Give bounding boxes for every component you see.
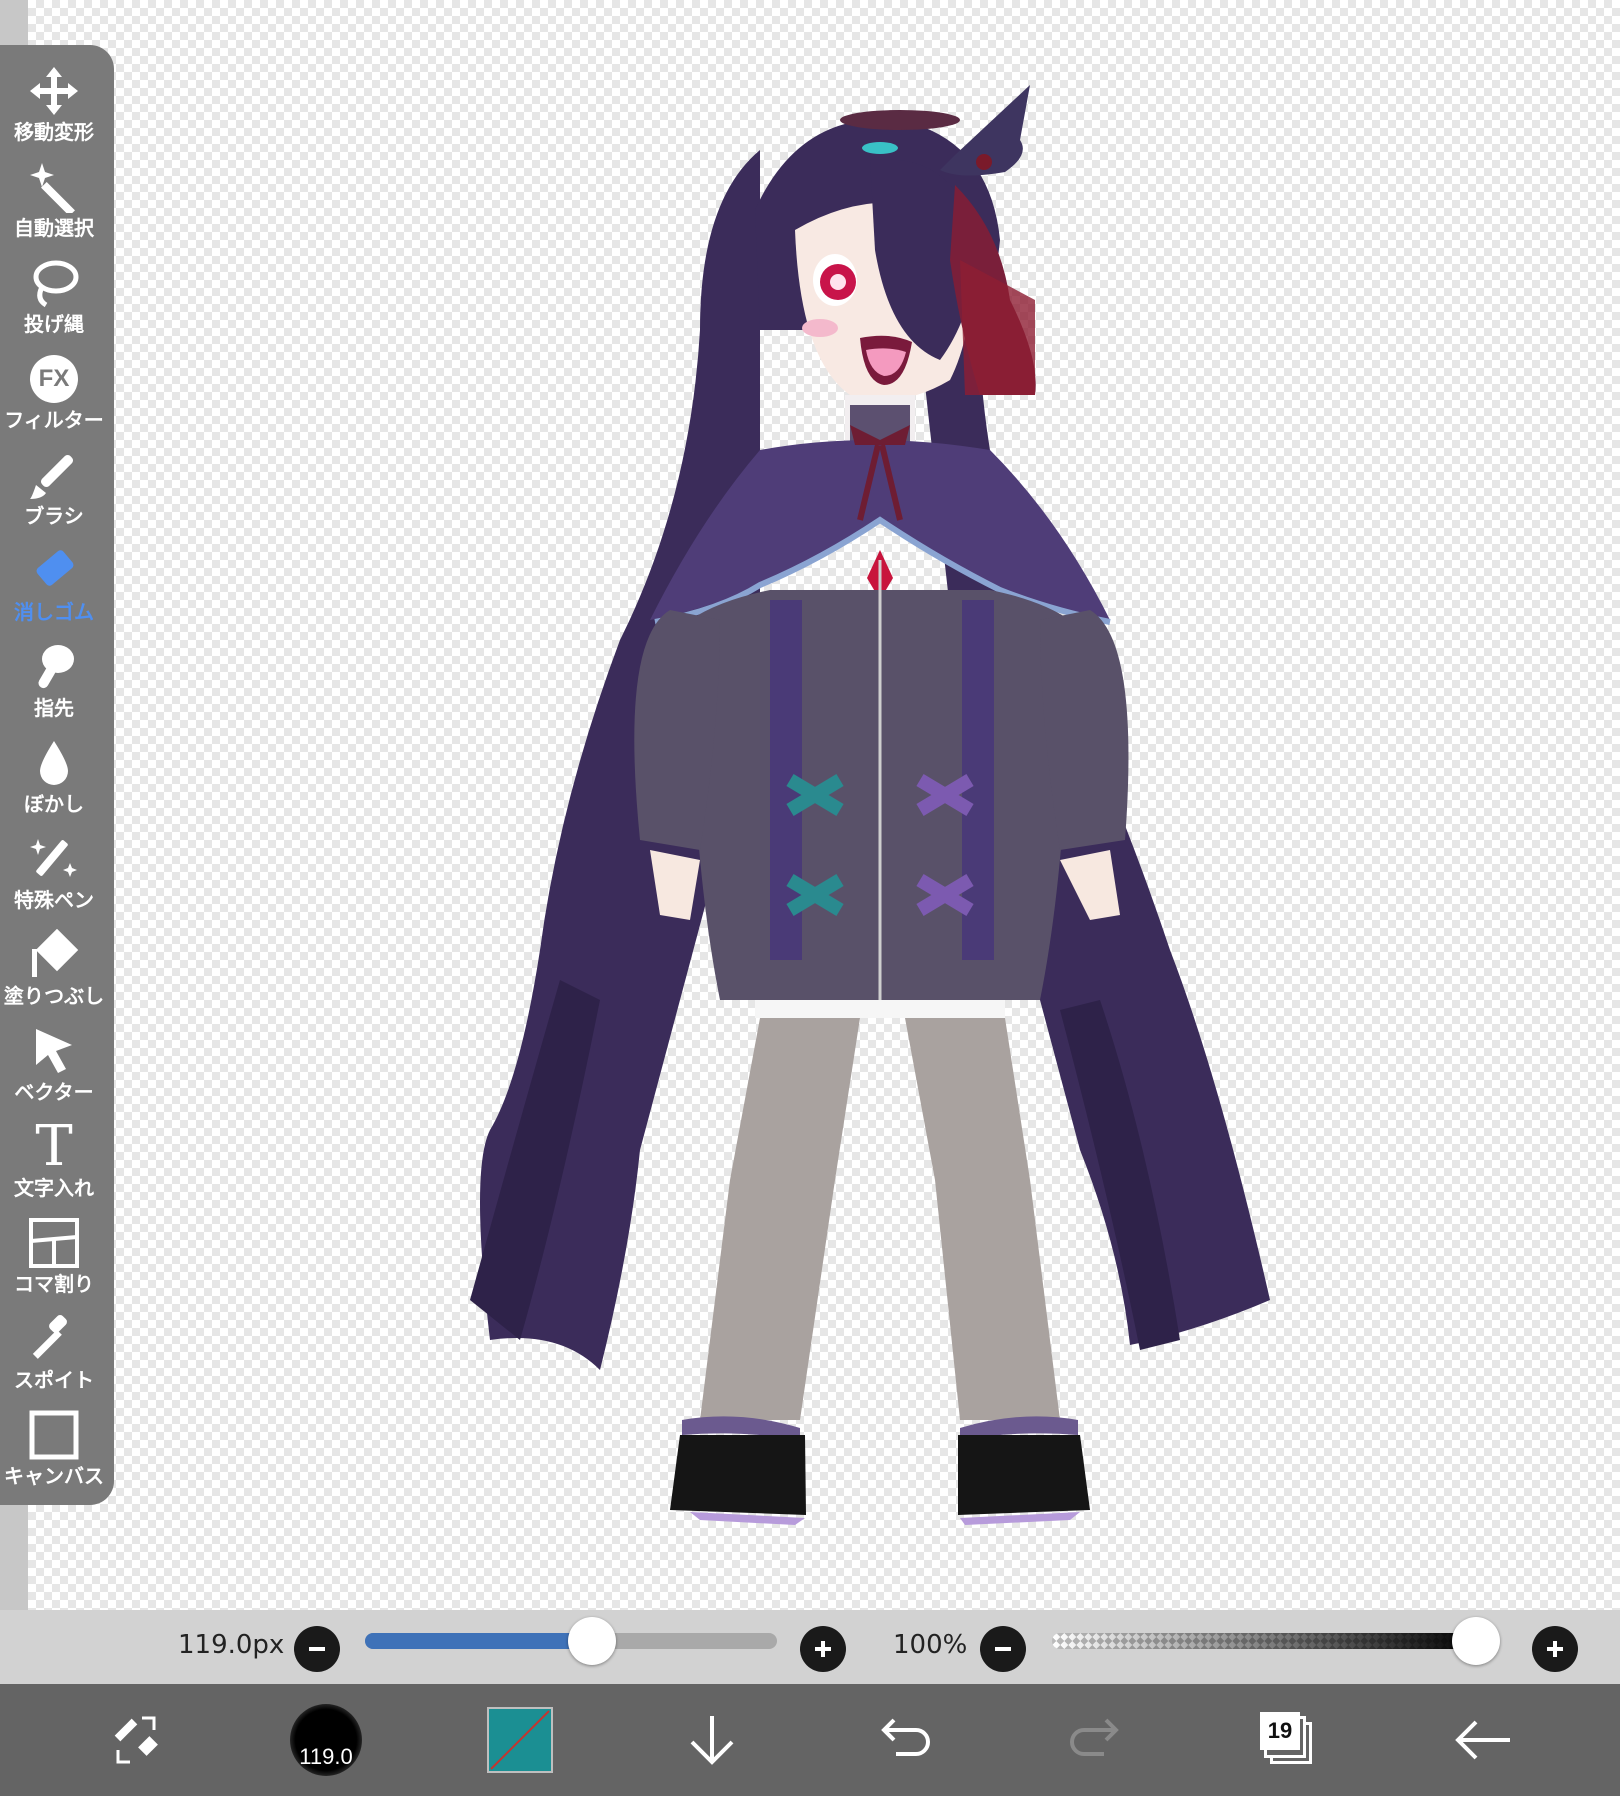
bottom-toolbar: 119.0 19: [0, 1684, 1620, 1796]
brush-size-slider-fill: [365, 1633, 592, 1649]
sparkle-pen-icon: [26, 831, 82, 887]
canvas-square-icon: [26, 1407, 82, 1463]
current-color-swatch: [487, 1707, 553, 1773]
text-t-icon-glyph: T: [35, 1114, 73, 1179]
tool-fill[interactable]: 塗りつぶし: [0, 927, 108, 1023]
tool-vector[interactable]: ベクター: [0, 1023, 108, 1119]
tool-frame[interactable]: コマ割り: [0, 1215, 108, 1311]
tool-label: 塗りつぶし: [3, 984, 105, 1008]
minus-icon: [309, 1647, 325, 1651]
back-button[interactable]: [1448, 1684, 1520, 1796]
lasso-icon: [26, 255, 82, 311]
tool-label: ぼかし: [24, 792, 84, 816]
color-picker-button[interactable]: [486, 1684, 554, 1796]
layers-button[interactable]: 19: [1256, 1684, 1320, 1796]
layer-count-badge: 19: [1260, 1712, 1300, 1750]
magic-wand-icon: [26, 159, 82, 215]
tool-blur[interactable]: ぼかし: [0, 735, 108, 831]
tool-label: コマ割り: [14, 1272, 94, 1296]
opacity-increase-button[interactable]: [1532, 1626, 1578, 1672]
finger-smudge-icon: [26, 639, 82, 695]
download-layer-button[interactable]: [680, 1684, 744, 1796]
eyedropper-icon: [26, 1311, 82, 1367]
brush-size-slider-thumb[interactable]: [567, 1617, 616, 1665]
size-increase-button[interactable]: [800, 1626, 846, 1672]
undo-icon: [881, 1718, 930, 1756]
tool-label: キャンバス: [4, 1464, 104, 1488]
brush-size-preview-circle: 119.0: [290, 1704, 362, 1776]
tool-palette: 移動変形 自動選択 投げ縄 FX フィルター ブラシ 消しゴム 指先 ぼかし 特…: [0, 45, 114, 1505]
plus-icon: [815, 1641, 831, 1657]
fx-icon-text: FX: [30, 355, 78, 403]
text-t-icon: T: [26, 1119, 82, 1175]
frame-divider-icon: [26, 1215, 82, 1271]
layers-stack-icon: 19: [1260, 1712, 1316, 1768]
tool-special-pen[interactable]: 特殊ペン: [0, 831, 108, 927]
plus-icon: [1547, 1641, 1563, 1657]
tool-text[interactable]: T 文字入れ: [0, 1119, 108, 1215]
arrow-down-icon: [690, 1716, 734, 1765]
fill-bucket-icon: [26, 927, 82, 983]
tool-label: 指先: [34, 696, 74, 720]
opacity-slider[interactable]: [1052, 1633, 1480, 1649]
opacity-value: 100%: [893, 1630, 968, 1660]
tool-label: 投げ縄: [24, 312, 84, 336]
tool-eraser[interactable]: 消しゴム: [0, 543, 108, 639]
tool-transform[interactable]: 移動変形: [0, 63, 108, 159]
pen-eraser-swap-icon: [114, 1716, 158, 1764]
tool-brush[interactable]: ブラシ: [0, 447, 108, 543]
tool-lasso[interactable]: 投げ縄: [0, 255, 108, 351]
cursor-arrow-icon: [26, 1023, 82, 1079]
tool-label: 移動変形: [14, 120, 94, 144]
brush-size-value: 119.0px: [178, 1630, 285, 1660]
redo-button[interactable]: [1064, 1684, 1128, 1796]
eraser-icon: [26, 543, 82, 599]
tool-label: フィルター: [4, 408, 104, 432]
opacity-slider-thumb[interactable]: [1452, 1617, 1500, 1665]
tool-label: ブラシ: [24, 504, 84, 528]
tool-smudge[interactable]: 指先: [0, 639, 108, 735]
tool-eyedropper[interactable]: スポイト: [0, 1311, 108, 1407]
redo-icon: [1070, 1718, 1119, 1756]
tool-label: 消しゴム: [14, 600, 94, 624]
water-drop-icon: [26, 735, 82, 791]
tool-label: ベクター: [14, 1080, 94, 1104]
tool-filter[interactable]: FX フィルター: [0, 351, 108, 447]
undo-button[interactable]: [872, 1684, 936, 1796]
brush-size-preview-value: 119.0: [299, 1744, 353, 1769]
tool-label: スポイト: [14, 1368, 94, 1392]
arrow-left-icon: [1455, 1720, 1510, 1760]
tool-label: 特殊ペン: [14, 888, 94, 912]
swap-tool-button[interactable]: [100, 1684, 172, 1796]
tool-magic-wand[interactable]: 自動選択: [0, 159, 108, 255]
minus-icon: [995, 1647, 1011, 1651]
drawing-canvas[interactable]: [28, 0, 1620, 1610]
fx-icon: FX: [26, 351, 82, 407]
move-arrows-icon: [26, 63, 82, 119]
character-artwork: [470, 85, 1270, 1525]
size-decrease-button[interactable]: [294, 1626, 340, 1672]
opacity-decrease-button[interactable]: [980, 1626, 1026, 1672]
brush-size-preview-button[interactable]: 119.0: [286, 1684, 366, 1796]
tool-label: 自動選択: [14, 216, 94, 240]
tool-label: 文字入れ: [14, 1176, 94, 1200]
brush-icon: [26, 447, 82, 503]
tool-canvas[interactable]: キャンバス: [0, 1407, 108, 1503]
